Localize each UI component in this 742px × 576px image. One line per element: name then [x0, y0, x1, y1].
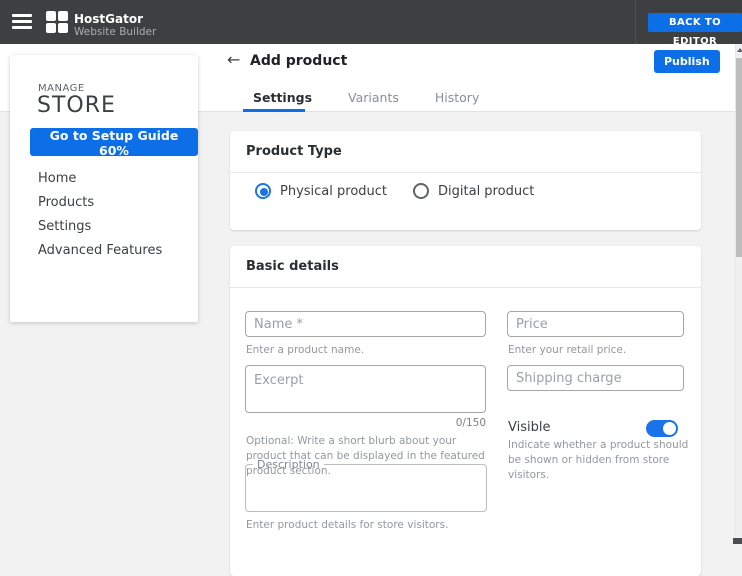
vertical-scrollbar[interactable] [735, 44, 742, 544]
description-label: Description [257, 458, 320, 471]
sidebar-title: STORE [37, 93, 116, 118]
price-input[interactable] [507, 311, 684, 337]
product-type-card: Product Type Physical product Digital pr… [230, 131, 701, 230]
basic-details-title: Basic details [246, 259, 339, 274]
description-helper: Enter product details for store visitors… [246, 519, 449, 531]
scroll-up-arrow-icon[interactable] [736, 47, 742, 55]
toggle-knob-icon [663, 422, 676, 435]
sidebar-item-home[interactable]: Home [10, 167, 198, 191]
topbar-divider [635, 0, 636, 44]
radio-selected-icon [255, 183, 271, 199]
active-tab-indicator [243, 109, 305, 112]
brand-subtitle: Website Builder [74, 26, 157, 38]
basic-details-card: Basic details Enter a product name. Ente… [230, 246, 701, 576]
setup-guide-button[interactable]: Go to Setup Guide 60% [30, 128, 198, 158]
price-helper: Enter your retail price. [508, 344, 627, 356]
radio-label: Digital product [438, 183, 535, 199]
visible-toggle[interactable] [646, 420, 678, 437]
scroll-down-arrow-icon[interactable] [733, 538, 742, 544]
hamburger-menu-icon[interactable] [12, 14, 32, 29]
sidebar-item-settings[interactable]: Settings [10, 215, 198, 239]
radio-digital-product[interactable]: Digital product [413, 183, 534, 199]
hostgator-logo-icon [46, 11, 68, 33]
name-helper: Enter a product name. [246, 344, 365, 356]
radio-unselected-icon [413, 183, 430, 199]
sidebar-item-products[interactable]: Products [10, 191, 198, 215]
description-textarea[interactable] [246, 471, 486, 511]
radio-physical-product[interactable]: Physical product [255, 183, 387, 199]
product-type-title: Product Type [246, 144, 342, 159]
product-type-options: Physical product Digital product [255, 183, 534, 199]
description-field: Description [245, 458, 487, 512]
shipping-charge-input[interactable] [507, 365, 684, 391]
publish-button[interactable]: Publish [654, 50, 720, 73]
visible-label: Visible [508, 420, 551, 435]
back-to-editor-button[interactable]: BACK TO EDITOR [648, 13, 742, 47]
tab-history[interactable]: History [425, 88, 489, 115]
back-arrow-icon[interactable]: ← [227, 50, 240, 69]
top-bar: HostGator Website Builder BACK TO EDITOR [0, 0, 742, 47]
tab-variants[interactable]: Variants [338, 88, 409, 115]
scrollbar-thumb[interactable] [736, 58, 742, 257]
visible-helper: Indicate whether a product should be sho… [508, 439, 689, 482]
sidebar-menu: Home Products Settings Advanced Features [10, 167, 198, 263]
card-divider [230, 287, 701, 288]
sidebar-item-advanced-features[interactable]: Advanced Features [10, 239, 198, 263]
store-sidebar: MANAGE STORE Go to Setup Guide 60% Home … [10, 55, 198, 322]
name-input[interactable] [245, 311, 486, 337]
radio-label: Physical product [280, 183, 388, 199]
brand-name: HostGator [74, 12, 144, 26]
card-divider [230, 172, 701, 173]
page-title: Add product [250, 53, 348, 69]
excerpt-textarea[interactable] [245, 365, 486, 413]
excerpt-char-counter: 0/150 [455, 417, 486, 429]
